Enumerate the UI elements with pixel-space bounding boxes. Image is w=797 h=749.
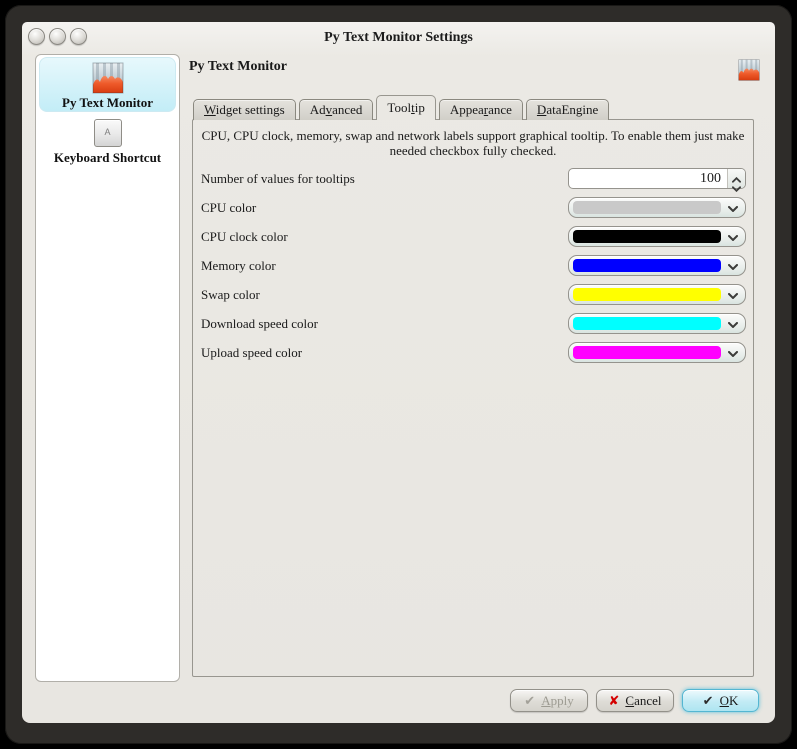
color-swatch (573, 259, 721, 272)
cpu-clock-color-combo[interactable] (568, 226, 746, 247)
spin-down-button[interactable] (728, 179, 745, 189)
py-text-monitor-chart-icon (92, 62, 124, 94)
color-swatch (573, 201, 721, 214)
settings-window: Py Text Monitor Settings Py Text Monitor… (22, 22, 775, 723)
cpu-color-combo[interactable] (568, 197, 746, 218)
form-row-swap-color: Swap color (201, 284, 746, 305)
chevron-down-icon (728, 351, 738, 357)
row-label: Number of values for tooltips (201, 171, 355, 187)
chevron-down-icon (728, 206, 738, 212)
form-row-upload-speed-color: Upload speed color (201, 342, 746, 363)
form-row-number-of-values: Number of values for tooltips (201, 168, 746, 189)
window-title: Py Text Monitor Settings (22, 30, 775, 46)
memory-color-combo[interactable] (568, 255, 746, 276)
py-text-monitor-chart-icon-small (738, 59, 760, 81)
tab-appearance[interactable]: Appearance (439, 99, 523, 120)
form-row-cpu-color: CPU color (201, 197, 746, 218)
color-swatch (573, 346, 721, 359)
tab-bar: Widget settings Advanced Tooltip Appeara… (193, 95, 612, 120)
screenshot-root: { "window": { "title": "Py Text Monitor … (0, 0, 797, 749)
chevron-down-icon (728, 293, 738, 299)
keyboard-key-icon: A (94, 119, 122, 147)
form-rows: Number of values for tooltips CPU color (201, 168, 746, 363)
check-icon: ✔ (703, 694, 714, 707)
tab-tooltip[interactable]: Tooltip (376, 95, 435, 120)
check-icon: ✔ (524, 694, 535, 707)
color-swatch (573, 230, 721, 243)
form-row-download-speed-color: Download speed color (201, 313, 746, 334)
ok-button[interactable]: ✔ OK (682, 689, 759, 712)
chevron-down-icon (728, 322, 738, 328)
color-swatch (573, 317, 721, 330)
keyboard-key-letter: A (95, 127, 121, 137)
swap-color-combo[interactable] (568, 284, 746, 305)
row-label: CPU clock color (201, 229, 288, 245)
upload-speed-color-combo[interactable] (568, 342, 746, 363)
page-title: Py Text Monitor (189, 59, 287, 75)
chevron-down-icon (728, 264, 738, 270)
color-swatch (573, 288, 721, 301)
sidebar-item-label: Py Text Monitor (40, 95, 175, 111)
values-for-tooltips-spinbox[interactable] (568, 168, 746, 189)
tab-widget-settings[interactable]: Widget settings (193, 99, 296, 120)
values-for-tooltips-input[interactable] (573, 170, 721, 187)
sidebar-item-label: Keyboard Shortcut (39, 150, 176, 166)
download-speed-color-combo[interactable] (568, 313, 746, 334)
tab-dataengine[interactable]: DataEngine (526, 99, 609, 120)
row-label: Download speed color (201, 316, 318, 332)
sidebar-item-keyboard-shortcut[interactable]: A Keyboard Shortcut (39, 117, 176, 175)
cross-icon: ✘ (609, 694, 620, 707)
chevron-down-icon (732, 186, 741, 192)
apply-button[interactable]: ✔ Apply (510, 689, 588, 712)
spin-buttons (727, 169, 745, 188)
row-label: Swap color (201, 287, 260, 303)
sidebar: Py Text Monitor A Keyboard Shortcut (35, 54, 180, 682)
row-label: Upload speed color (201, 345, 302, 361)
cancel-button[interactable]: ✘ Cancel (596, 689, 674, 712)
tab-advanced[interactable]: Advanced (299, 99, 374, 120)
row-label: Memory color (201, 258, 276, 274)
row-label: CPU color (201, 200, 256, 216)
form-row-memory-color: Memory color (201, 255, 746, 276)
chevron-down-icon (728, 235, 738, 241)
tooltip-tab-panel: CPU, CPU clock, memory, swap and network… (192, 119, 754, 677)
form-row-cpu-clock-color: CPU clock color (201, 226, 746, 247)
tooltip-description: CPU, CPU clock, memory, swap and network… (193, 120, 753, 158)
sidebar-item-py-text-monitor[interactable]: Py Text Monitor (39, 57, 176, 112)
